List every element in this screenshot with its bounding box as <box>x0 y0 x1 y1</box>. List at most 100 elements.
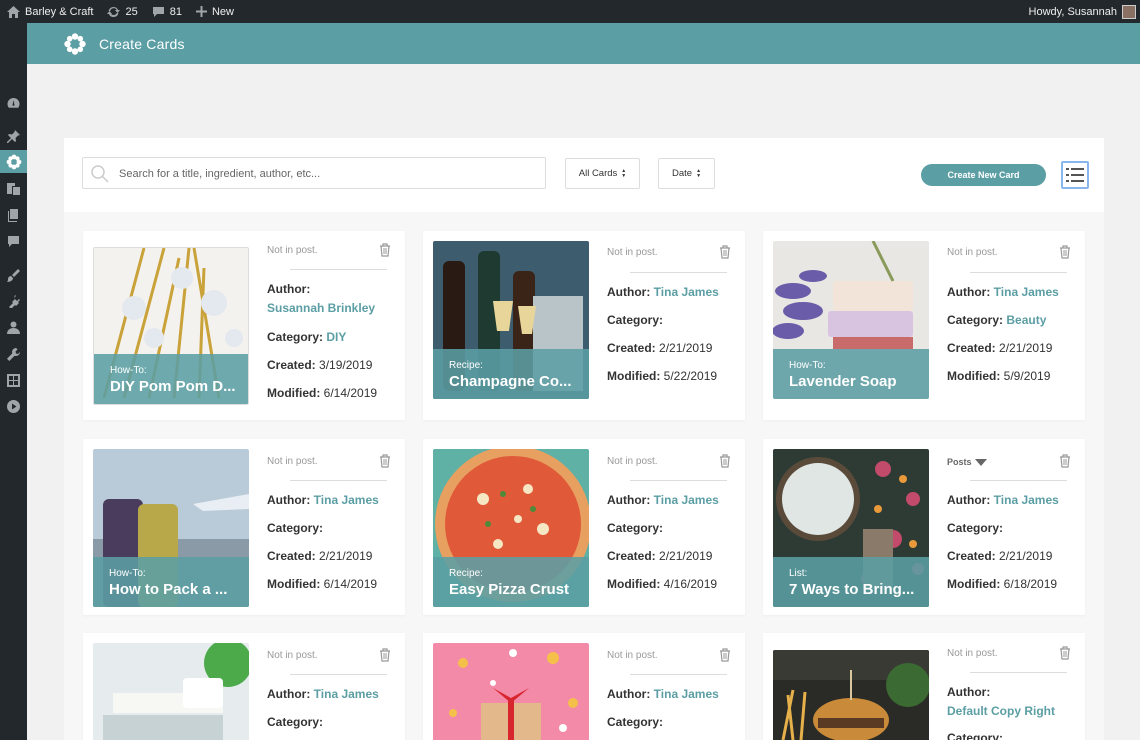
author-link[interactable]: Default Copy Right <box>947 704 1055 718</box>
pin-icon[interactable] <box>6 129 21 144</box>
author-link[interactable]: Tina James <box>994 285 1059 299</box>
site-name: Barley & Craft <box>25 5 94 18</box>
card-thumbnail[interactable]: How-To: Lavender Soap <box>773 241 929 399</box>
comments-link[interactable]: 81 <box>145 0 189 23</box>
card-champagne[interactable]: Recipe: Champagne Co... Not in post. Aut… <box>423 231 745 420</box>
category-link[interactable]: Beauty <box>1006 313 1046 327</box>
author-link[interactable]: Tina James <box>654 285 719 299</box>
create-new-card-button[interactable]: Create New Card <box>921 164 1046 186</box>
post-status: Not in post. <box>947 648 998 659</box>
created-row: Created: 2/21/2019 <box>607 341 712 355</box>
author-name-row: Susannah Brinkley <box>267 301 375 315</box>
created-label: Created: <box>267 358 316 372</box>
updates-link[interactable]: 25 <box>100 0 144 23</box>
trash-icon[interactable] <box>379 243 391 257</box>
plugins-icon[interactable] <box>6 294 21 309</box>
updates-count: 25 <box>125 5 138 18</box>
author-label: Author: <box>607 687 651 701</box>
posts-dropdown-label: Posts <box>947 457 972 467</box>
new-content-link[interactable]: New <box>189 0 241 23</box>
card-title: Champagne Co... <box>449 373 572 390</box>
card-thumbnail[interactable] <box>93 643 249 740</box>
sort-select-label: Date <box>671 168 693 179</box>
card-thumbnail[interactable]: List: 7 Ways to Bring... <box>773 449 929 607</box>
trash-icon[interactable] <box>379 648 391 662</box>
created-date: 2/21/2019 <box>659 549 713 563</box>
created-row: Created: 2/21/2019 <box>607 549 712 563</box>
tools-icon[interactable] <box>6 347 21 362</box>
users-icon[interactable] <box>6 320 21 335</box>
card-thumbnail[interactable] <box>433 643 589 740</box>
card-title-overlay: How-To: Lavender Soap <box>773 349 929 399</box>
card-lavender-soap[interactable]: How-To: Lavender Soap Not in post. Autho… <box>763 231 1085 420</box>
admin-menu <box>0 23 27 740</box>
card-type: Recipe: <box>449 360 483 371</box>
card-thumbnail[interactable]: How-To: DIY Pom Pom D... <box>93 247 249 405</box>
trash-icon[interactable] <box>719 245 731 259</box>
filter-select[interactable]: All Cards ▲ ▼ <box>565 158 640 189</box>
post-status: Not in post. <box>947 247 998 258</box>
post-status: Not in post. <box>607 247 658 258</box>
category-label: Category: <box>607 715 664 729</box>
create-cards-icon[interactable] <box>0 150 27 173</box>
modified-date: 5/9/2019 <box>1003 369 1051 383</box>
modified-label: Modified: <box>607 577 661 591</box>
card-pizza-crust[interactable]: Recipe: Easy Pizza Crust Not in post. Au… <box>423 439 745 615</box>
posts-dropdown[interactable]: Posts <box>947 457 1071 467</box>
card-title-overlay: List: 7 Ways to Bring... <box>773 557 929 607</box>
author-link[interactable]: Tina James <box>654 687 719 701</box>
card-title-overlay: How-To: How to Pack a ... <box>93 557 249 607</box>
card-pack-carry-on[interactable]: How-To: How to Pack a ... Not in post. A… <box>83 439 405 615</box>
dashboard-icon[interactable] <box>6 96 21 111</box>
play-icon[interactable] <box>6 399 21 414</box>
card-thumbnail[interactable]: How-To: How to Pack a ... <box>93 449 249 607</box>
author-label: Author: <box>607 285 651 299</box>
trash-icon[interactable] <box>1059 245 1071 259</box>
select-arrows-icon: ▲ ▼ <box>696 167 702 179</box>
card-title: 7 Ways to Bring... <box>789 581 915 598</box>
author-link[interactable]: Tina James <box>314 687 379 701</box>
category-label: Category: <box>607 521 664 535</box>
trash-icon[interactable] <box>719 648 731 662</box>
card-row3-1[interactable]: Not in post. Author: Tina James Category… <box>83 633 405 740</box>
card-row3-3[interactable]: Not in post. Author: Default Copy Right … <box>763 633 1085 740</box>
author-row: Author: Tina James <box>607 493 719 507</box>
author-link[interactable]: Tina James <box>314 493 379 507</box>
trash-icon[interactable] <box>1059 454 1071 468</box>
divider <box>630 480 727 481</box>
media-icon[interactable] <box>6 181 21 196</box>
greeting: Howdy, Susannah <box>1028 5 1117 18</box>
list-view-toggle[interactable] <box>1061 161 1089 189</box>
card-thumbnail[interactable]: Recipe: Easy Pizza Crust <box>433 449 589 607</box>
comments-icon[interactable] <box>6 234 21 249</box>
author-label: Author: <box>947 493 991 507</box>
author-link[interactable]: Tina James <box>994 493 1059 507</box>
trash-icon[interactable] <box>719 454 731 468</box>
author-link[interactable]: Tina James <box>654 493 719 507</box>
thumbnail-image <box>433 643 589 740</box>
site-name-link[interactable]: Barley & Craft <box>0 0 100 23</box>
modified-label: Modified: <box>947 577 1001 591</box>
trash-icon[interactable] <box>1059 646 1071 660</box>
settings-icon[interactable] <box>6 373 21 388</box>
category-row: Category: <box>607 715 663 729</box>
card-thumbnail[interactable]: Recipe: Champagne Co... <box>433 241 589 399</box>
pages-icon[interactable] <box>6 208 21 223</box>
author-link[interactable]: Susannah Brinkley <box>267 301 375 315</box>
card-thumbnail[interactable] <box>773 650 929 740</box>
card-row3-2[interactable]: Not in post. Author: Tina James Category… <box>423 633 745 740</box>
category-label: Category: <box>947 313 1004 327</box>
trash-icon[interactable] <box>379 454 391 468</box>
card-title: DIY Pom Pom D... <box>110 378 236 395</box>
modified-label: Modified: <box>607 369 661 383</box>
modified-date: 5/22/2019 <box>663 369 718 383</box>
category-row: Category: Beauty <box>947 313 1046 327</box>
my-account-link[interactable]: Howdy, Susannah <box>1022 0 1140 23</box>
appearance-icon[interactable] <box>6 268 21 283</box>
card-7-ways[interactable]: List: 7 Ways to Bring... Posts Author: T… <box>763 439 1085 615</box>
category-label: Category: <box>267 715 324 729</box>
sort-select[interactable]: Date ▲ ▼ <box>658 158 715 189</box>
category-link[interactable]: DIY <box>326 330 346 344</box>
card-diy-pom-pom[interactable]: How-To: DIY Pom Pom D... Not in post. Au… <box>83 231 405 420</box>
search-input[interactable] <box>119 164 539 184</box>
